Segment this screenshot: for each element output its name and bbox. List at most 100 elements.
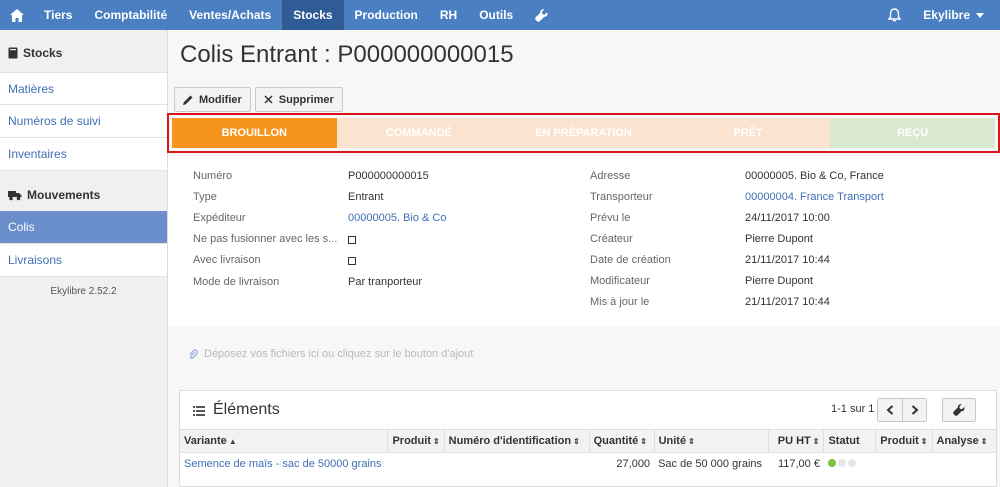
- nav-outils[interactable]: Outils: [468, 0, 524, 30]
- table-row: Semence de maïs - sac de 50000 grains 27…: [180, 453, 996, 476]
- nav-stocks[interactable]: Stocks: [282, 0, 344, 30]
- state-step-brouillon[interactable]: BROUILLON: [172, 118, 337, 148]
- nav-ventes-achats[interactable]: Ventes/Achats: [178, 0, 282, 30]
- field-value-createur: Pierre Dupont: [745, 233, 813, 245]
- cell-unite: Sac de 50 000 grains: [658, 458, 763, 471]
- field-value-transporteur-link[interactable]: 00000004. France Transport: [745, 191, 884, 203]
- elements-title: Éléments: [213, 401, 280, 418]
- field-label: Mode de livraison: [193, 276, 280, 288]
- field-label: Date de création: [590, 254, 671, 266]
- field-value-type: Entrant: [348, 191, 384, 203]
- field-label: Adresse: [590, 170, 631, 182]
- sidebar-item-colis[interactable]: Colis: [0, 211, 167, 244]
- field-label: Avec livraison: [193, 254, 261, 266]
- cell-quantite: 27,000: [616, 458, 651, 471]
- top-navbar: Tiers Comptabilité Ventes/Achats Stocks …: [0, 0, 1000, 30]
- sidebar-item-livraisons[interactable]: Livraisons: [0, 244, 167, 277]
- chevron-down-icon: [976, 12, 984, 18]
- close-icon: [264, 95, 273, 104]
- notifications-button[interactable]: [879, 0, 909, 30]
- field-label: Mis à jour le: [590, 296, 650, 308]
- wrench-icon: [534, 8, 548, 22]
- file-dropzone[interactable]: Déposez vos fichiers ici ou cliquez sur …: [168, 330, 1000, 378]
- field-label: Numéro: [193, 170, 233, 182]
- home-button[interactable]: [0, 0, 33, 30]
- state-step-pret[interactable]: PRÊT: [665, 118, 831, 148]
- column-header-produit-2[interactable]: Produit ⇕: [875, 429, 932, 453]
- field-label: Type: [193, 191, 217, 203]
- column-header-quantite[interactable]: Quantité ⇕: [588, 429, 655, 453]
- field-value-mis-a-jour: 21/11/2017 10:44: [745, 296, 830, 308]
- sidebar-item-numeros-de-suivi[interactable]: Numéros de suivi: [0, 105, 167, 138]
- field-label: Ne pas fusionner avec les s...: [193, 233, 338, 245]
- status-light-off: [847, 459, 856, 468]
- sidebar: Stocks Matières Numéros de suivi Inventa…: [0, 30, 168, 487]
- home-icon: [9, 8, 24, 22]
- truck-icon: [8, 190, 22, 200]
- main-content: Colis Entrant : P000000000015 Modifier S…: [167, 30, 1000, 487]
- field-value-numero: P000000000015: [348, 170, 429, 182]
- list-icon: [193, 406, 205, 416]
- wrench-icon: [953, 404, 965, 416]
- sidebar-item-inventaires[interactable]: Inventaires: [0, 138, 167, 171]
- no-merge-checkbox: [348, 235, 356, 247]
- previous-page-button[interactable]: [878, 399, 902, 421]
- cell-pu-ht: 117,00 €: [777, 458, 820, 471]
- user-name: Ekylibre: [923, 8, 970, 22]
- cell-produit: [388, 453, 444, 476]
- state-bar: BROUILLON COMMANDÉ EN PRÉPARATION PRÊT R…: [167, 113, 1000, 153]
- field-value-adresse: 00000005. Bio & Co, France: [745, 170, 884, 182]
- field-value-expediteur-link[interactable]: 00000005. Bio & Co: [348, 212, 446, 224]
- state-step-en-preparation[interactable]: EN PRÉPARATION: [501, 118, 666, 148]
- field-value-modificateur: Pierre Dupont: [745, 275, 813, 287]
- column-header-produit[interactable]: Produit ⇕: [387, 429, 445, 453]
- app-version: Ekylibre 2.52.2: [50, 286, 117, 297]
- book-icon: [8, 47, 18, 59]
- edit-button[interactable]: Modifier: [174, 87, 251, 112]
- nav-tiers[interactable]: Tiers: [33, 0, 83, 30]
- field-value-prevu-le: 24/11/2017 10:00: [745, 212, 830, 224]
- chevron-right-icon: [911, 405, 919, 415]
- pagination-controls: [877, 398, 927, 422]
- status-light-off: [837, 459, 846, 468]
- column-header-variante[interactable]: Variante ▲: [180, 429, 388, 453]
- nav-comptabilite[interactable]: Comptabilité: [83, 0, 178, 30]
- state-step-recu[interactable]: REÇU: [830, 118, 995, 148]
- cell-numero: [444, 453, 589, 476]
- field-value-mode-livraison: Par tranporteur: [348, 276, 422, 288]
- details-sheet: Numéro P000000000015 Type Entrant Expédi…: [168, 156, 1000, 326]
- field-label: Transporteur: [590, 191, 653, 203]
- cell-analyse: [932, 453, 996, 476]
- nav-production[interactable]: Production: [344, 0, 429, 30]
- column-header-numero-identification[interactable]: Numéro d'identification ⇕: [443, 429, 590, 453]
- pagination-info: 1-1 sur 1: [831, 403, 875, 415]
- elements-table: Variante ▲ Produit ⇕ Numéro d'identificati…: [180, 429, 996, 476]
- field-value-date-creation: 21/11/2017 10:44: [745, 254, 830, 266]
- next-page-button[interactable]: [902, 399, 926, 421]
- sidebar-item-matieres[interactable]: Matières: [0, 72, 167, 105]
- column-header-pu-ht[interactable]: PU HT ⇕: [767, 429, 824, 453]
- elements-panel: Éléments 1-1 sur 1 Variante ▲ Produit ⇕ Nu…: [179, 390, 997, 487]
- table-header-row: Variante ▲ Produit ⇕ Numéro d'identificati…: [180, 429, 996, 453]
- delete-button[interactable]: Supprimer: [254, 87, 343, 112]
- state-step-commande[interactable]: COMMANDÉ: [336, 118, 502, 148]
- dropzone-text: Déposez vos fichiers ici ou cliquez sur …: [204, 348, 474, 360]
- with-delivery-checkbox: [348, 256, 356, 268]
- field-label: Expéditeur: [193, 212, 246, 224]
- settings-button[interactable]: [524, 0, 558, 30]
- column-header-analyse[interactable]: Analyse ⇕: [931, 429, 996, 453]
- pencil-icon: [183, 95, 193, 105]
- page-title: Colis Entrant : P000000000015: [180, 41, 514, 68]
- action-bar: Modifier Supprimer: [174, 87, 343, 112]
- column-header-statut: Statut: [823, 429, 876, 453]
- sidebar-section-mouvements: Mouvements: [0, 179, 167, 211]
- status-lights: [824, 453, 876, 476]
- cell-variante-link[interactable]: Semence de maïs - sac de 50000 grains: [180, 453, 388, 476]
- nav-rh[interactable]: RH: [429, 0, 468, 30]
- field-label: Modificateur: [590, 275, 650, 287]
- list-settings-button[interactable]: [942, 398, 976, 422]
- column-header-unite[interactable]: Unité ⇕: [653, 429, 769, 453]
- user-menu[interactable]: Ekylibre: [909, 0, 1000, 30]
- bell-icon: [887, 8, 901, 22]
- chevron-left-icon: [886, 405, 894, 415]
